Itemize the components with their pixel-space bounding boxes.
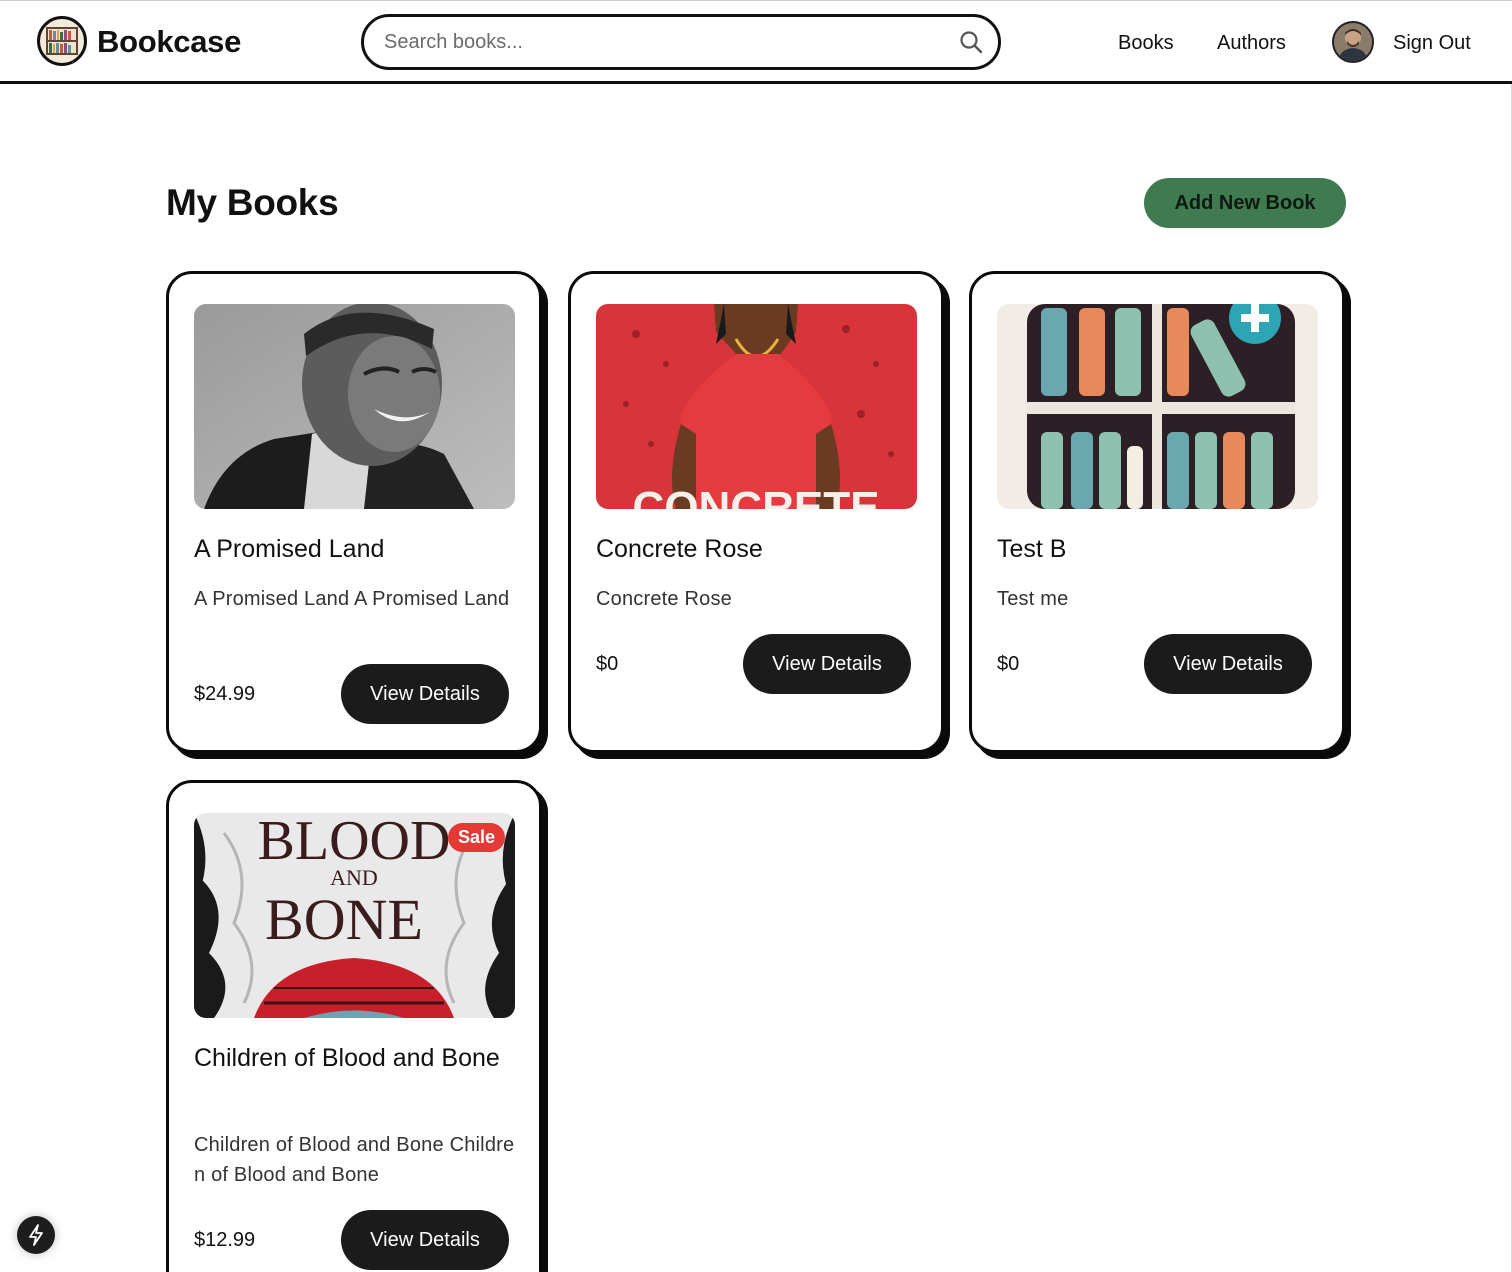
book-description: A Promised Land A Promised Land — [194, 588, 510, 610]
search-bar[interactable] — [361, 14, 1001, 70]
view-details-button[interactable]: View Details — [1144, 634, 1312, 694]
sale-badge: Sale — [447, 823, 505, 852]
top-navbar: Bookcase Books Authors Sign Out — [0, 1, 1512, 84]
app-frame: Bookcase Books Authors Sign Out My Bo — [0, 0, 1512, 1272]
page-title: My Books — [166, 182, 339, 223]
book-card[interactable]: A Promised Land A Promised Land A Promis… — [166, 271, 542, 753]
nav-authors-link[interactable]: Authors — [1217, 31, 1286, 55]
book-price: $0 — [596, 653, 619, 675]
book-cover-image — [194, 304, 515, 509]
book-card[interactable]: CONCRETE Concrete Rose Concrete Rose $0 … — [568, 271, 944, 753]
dev-tools-bolt-icon[interactable] — [17, 1216, 55, 1254]
book-card[interactable]: Test B Test me $0 View Details — [969, 271, 1345, 753]
book-price: $12.99 — [194, 1229, 256, 1251]
book-price: $24.99 — [194, 683, 256, 705]
view-details-button[interactable]: View Details — [341, 664, 509, 724]
book-price: $0 — [997, 653, 1020, 675]
book-cover-image: BLOOD AND BONE Sale — [194, 813, 515, 1018]
user-avatar[interactable] — [1332, 21, 1374, 63]
cover-text-line-1: BLOOD — [258, 813, 451, 872]
search-input[interactable] — [384, 27, 944, 57]
cover-text-line-3: BONE — [265, 887, 423, 952]
nav-books-link[interactable]: Books — [1118, 31, 1174, 55]
book-description: Concrete Rose — [596, 588, 732, 610]
sign-out-link[interactable]: Sign Out — [1393, 31, 1471, 55]
brand-name[interactable]: Bookcase — [97, 23, 241, 61]
view-details-button[interactable]: View Details — [743, 634, 911, 694]
book-title: Test B — [997, 535, 1067, 563]
book-title: A Promised Land — [194, 535, 385, 563]
book-title: Concrete Rose — [596, 535, 763, 563]
book-card[interactable]: BLOOD AND BONE Sale Children of Blood an… — [166, 780, 542, 1272]
book-description: Test me — [997, 588, 1069, 610]
view-details-button[interactable]: View Details — [341, 1210, 509, 1270]
book-title: Children of Blood and Bone — [194, 1044, 500, 1072]
book-description: Children of Blood and Bone Children of B… — [194, 1134, 515, 1186]
book-cover-image: CONCRETE — [596, 304, 917, 509]
book-cover-image — [997, 304, 1318, 509]
search-icon[interactable] — [958, 29, 984, 55]
cover-text: CONCRETE — [633, 483, 880, 509]
bookcase-logo-icon[interactable] — [37, 16, 87, 66]
add-new-book-button[interactable]: Add New Book — [1144, 178, 1346, 228]
